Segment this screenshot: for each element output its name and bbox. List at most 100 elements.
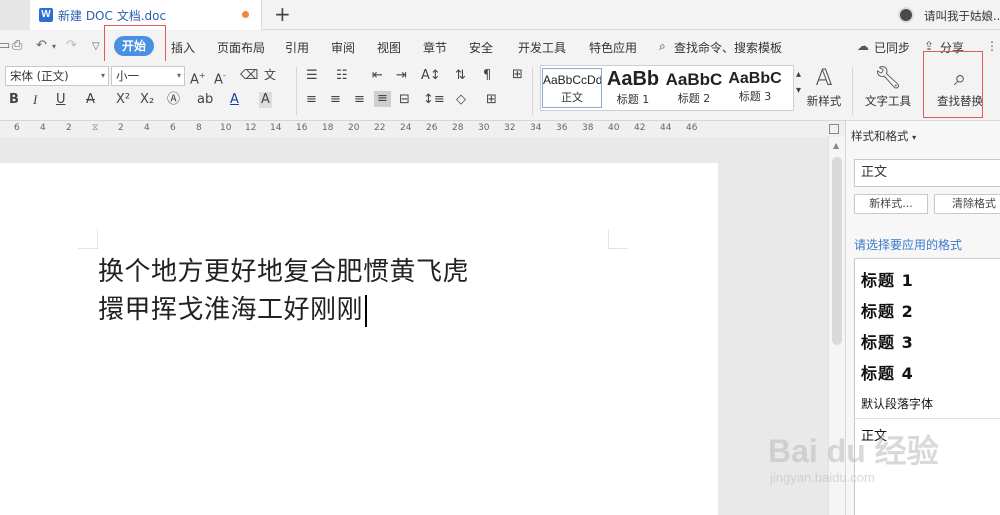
wps-writer-icon: W xyxy=(39,8,53,22)
italic-icon[interactable]: I xyxy=(33,92,37,108)
ruler-toggle-icon[interactable] xyxy=(829,124,839,134)
highlight-color-icon[interactable]: ab xyxy=(197,92,213,108)
ruler-tick: 8 xyxy=(196,123,202,133)
style-list-item[interactable]: 标题 4 xyxy=(861,360,914,384)
tab-special-apps[interactable]: 特色应用 xyxy=(589,39,637,56)
font-size-select[interactable]: 小一 ▾ xyxy=(111,66,185,86)
current-style-field[interactable]: 正文 xyxy=(854,159,1000,187)
more-icon[interactable]: ⋮ xyxy=(986,39,998,53)
undo-dropdown-icon[interactable]: ▾ xyxy=(52,42,56,51)
text-tools-button[interactable]: 🔧︎ 文字工具 xyxy=(860,65,916,109)
bold-icon[interactable]: B xyxy=(9,92,19,108)
style-list-item[interactable]: 默认段落字体 xyxy=(861,395,933,412)
tab-developer[interactable]: 开发工具 xyxy=(518,39,566,56)
search-icon[interactable]: ⌕ xyxy=(659,39,666,54)
chevron-down-icon: ▾ xyxy=(100,71,105,80)
redo-icon[interactable]: ↷ xyxy=(66,38,77,53)
style-preview: AaBbC xyxy=(728,70,782,87)
style-list-item[interactable]: 标题 2 xyxy=(861,298,914,322)
text-effect-icon[interactable]: Ⓐ xyxy=(167,92,180,108)
tab-security[interactable]: 安全 xyxy=(469,39,493,56)
style-label: 标题 3 xyxy=(738,90,772,103)
styles-panel-title[interactable]: 样式和格式 ▾ xyxy=(851,128,916,144)
style-heading-1[interactable]: AaBb 标题 1 xyxy=(603,68,663,108)
tab-chapter[interactable]: 章节 xyxy=(423,39,447,56)
tab-references[interactable]: 引用 xyxy=(285,39,309,56)
subscript-icon[interactable]: X₂ xyxy=(140,92,154,108)
style-hint: 请选择要应用的格式 xyxy=(854,238,963,252)
underline-icon[interactable]: U xyxy=(56,92,66,108)
numbering-icon[interactable]: ☷ xyxy=(336,68,348,84)
font-name-select[interactable]: 宋体 (正文) ▾ xyxy=(5,66,109,86)
style-heading-3[interactable]: AaBbC 标题 3 xyxy=(725,68,785,108)
show-marks-icon[interactable]: ¶ xyxy=(483,68,491,84)
unsaved-dot-icon xyxy=(242,11,249,18)
shrink-font-icon[interactable]: A- xyxy=(214,68,226,88)
customize-toolbar-icon[interactable]: ▽ xyxy=(92,41,100,52)
align-right-icon[interactable]: ≡ xyxy=(354,92,365,108)
chevron-down-icon: ▾ xyxy=(912,133,917,142)
table-border-icon[interactable]: ⊞ xyxy=(512,67,523,83)
style-list-item[interactable]: 标题 3 xyxy=(861,329,914,353)
print-preview-icon[interactable]: ⎙ xyxy=(12,38,22,53)
watermark-sub: jingyan.baidu.com xyxy=(770,470,875,485)
tab-view[interactable]: 视图 xyxy=(377,39,401,56)
scrollbar-thumb[interactable] xyxy=(832,157,842,345)
scroll-up-icon[interactable]: ▲ xyxy=(833,141,839,150)
style-heading-2[interactable]: AaBbC 标题 2 xyxy=(664,68,724,108)
text-direction-icon[interactable]: A↕ xyxy=(421,68,441,84)
superscript-icon[interactable]: X² xyxy=(116,92,130,108)
strikethrough-icon[interactable]: A xyxy=(86,92,95,108)
increase-indent-icon[interactable]: ⇥ xyxy=(396,68,407,84)
sync-status[interactable]: 已同步 xyxy=(874,39,910,56)
align-center-icon[interactable]: ≡ xyxy=(330,92,341,108)
ruler-tick: 36 xyxy=(556,123,568,133)
horizontal-ruler[interactable]: 6 4 2 ⧖ 2 4 6 8 10 12 14 16 18 20 22 24 … xyxy=(0,121,845,137)
font-size-value: 小一 xyxy=(116,69,139,83)
ruler-tick: 14 xyxy=(270,123,282,133)
tab-review[interactable]: 审阅 xyxy=(331,39,355,56)
document-page[interactable]: 换个地方更好地复合肥惯黄飞虎 擐甲挥戈淮海工好刚刚 xyxy=(0,163,718,515)
new-style-panel-button[interactable]: 新样式... xyxy=(854,194,928,214)
document-paragraph-line[interactable]: 擐甲挥戈淮海工好刚刚 xyxy=(98,289,367,327)
font-color-icon[interactable]: A xyxy=(230,92,239,108)
ruler-tick: 6 xyxy=(170,123,176,133)
fill-color-icon[interactable]: ◇ xyxy=(456,92,466,108)
sort-icon[interactable]: ⇅ xyxy=(455,68,466,84)
ruler-tick: 30 xyxy=(478,123,490,133)
phonetic-guide-icon[interactable]: 文 xyxy=(264,67,276,83)
style-label: 标题 2 xyxy=(677,92,711,105)
folder-icon[interactable]: ▭ xyxy=(0,38,10,53)
undo-icon[interactable]: ↶ xyxy=(36,38,47,53)
line-spacing-icon[interactable]: ↕≡ xyxy=(423,92,445,108)
style-normal[interactable]: AaBbCcDd 正文 xyxy=(542,68,602,108)
ruler-tick: 2 xyxy=(66,123,72,133)
borders-icon[interactable]: ⊞ xyxy=(486,92,497,108)
font-name-value: 宋体 (正文) xyxy=(10,69,69,83)
decrease-indent-icon[interactable]: ⇤ xyxy=(372,68,383,84)
ruler-tick: 12 xyxy=(245,123,257,133)
user-name[interactable]: 请叫我于姑娘... xyxy=(924,8,1000,24)
ruler-tick: 32 xyxy=(504,123,516,133)
justify-icon[interactable]: ≡ xyxy=(374,91,391,107)
clear-format-button[interactable]: 清除格式 xyxy=(934,194,1000,214)
document-paragraph-line[interactable]: 换个地方更好地复合肥惯黄飞虎 xyxy=(98,251,469,288)
style-list-item[interactable]: 标题 1 xyxy=(861,267,914,291)
command-search[interactable]: 查找命令、搜索模板 xyxy=(674,39,782,56)
ruler-tick: 26 xyxy=(426,123,438,133)
distribute-icon[interactable]: ⊟ xyxy=(399,92,410,108)
bullets-icon[interactable]: ☰ xyxy=(306,68,318,84)
tab-insert[interactable]: 插入 xyxy=(171,39,195,56)
tab-page-layout[interactable]: 页面布局 xyxy=(217,39,265,56)
watermark-main: Bai du 经验 xyxy=(768,433,939,469)
clear-format-icon[interactable]: ⌫ xyxy=(240,68,258,84)
char-shading-icon[interactable]: A xyxy=(259,92,272,108)
new-style-button[interactable]: 𝔸 新样式 xyxy=(802,65,846,109)
document-tab-title: 新建 DOC 文档.doc xyxy=(58,9,167,23)
user-avatar[interactable] xyxy=(898,7,914,23)
align-left-icon[interactable]: ≡ xyxy=(306,92,317,108)
grow-font-icon[interactable]: A+ xyxy=(190,68,206,88)
new-tab-button[interactable]: + xyxy=(274,2,291,26)
indent-marker-icon[interactable]: ⧖ xyxy=(92,123,98,133)
gallery-scroll-icon[interactable]: ▴ ▾ xyxy=(796,67,801,99)
